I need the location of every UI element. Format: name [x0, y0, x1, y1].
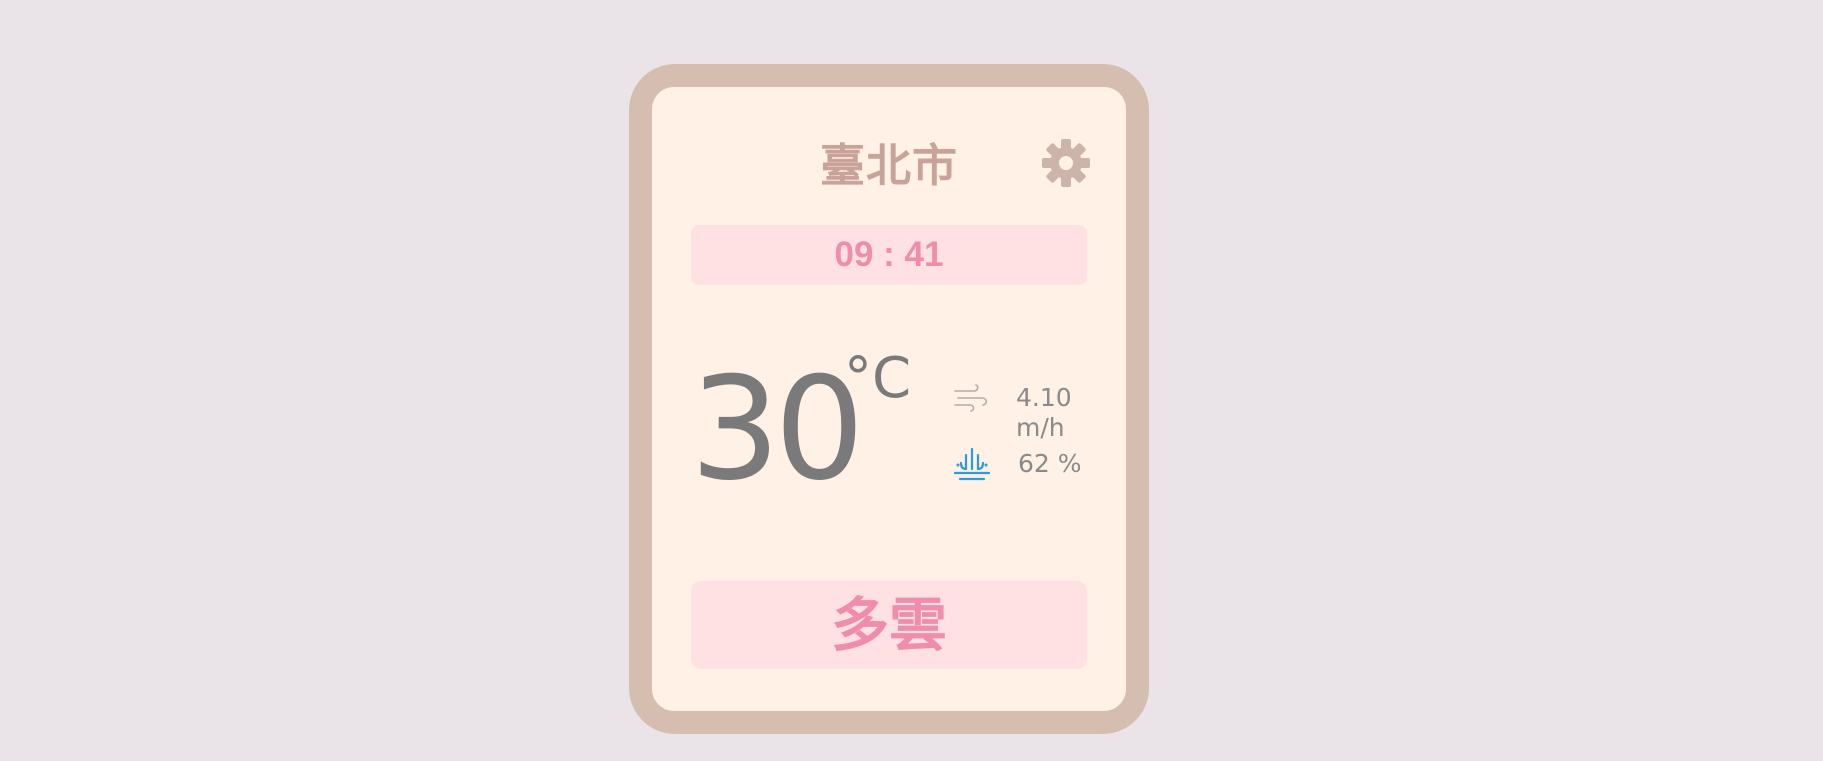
weather-widget-frame: 臺北市 09 : 41 30 °C 4.10 m/h 62 % 多雲: [629, 64, 1149, 734]
temperature-value: 30: [690, 347, 865, 512]
humidity-icon: [953, 447, 991, 481]
humidity-value: 62 %: [1018, 449, 1082, 478]
time-display: 09 : 41: [691, 225, 1087, 285]
wind-speed: 4.10 m/h: [1016, 383, 1072, 442]
weather-condition: 多雲: [691, 581, 1087, 669]
temperature-unit: °C: [844, 346, 912, 411]
wind-icon: [954, 384, 988, 412]
weather-card: 臺北市 09 : 41 30 °C 4.10 m/h 62 % 多雲: [652, 87, 1126, 711]
gear-icon[interactable]: [1040, 137, 1092, 189]
